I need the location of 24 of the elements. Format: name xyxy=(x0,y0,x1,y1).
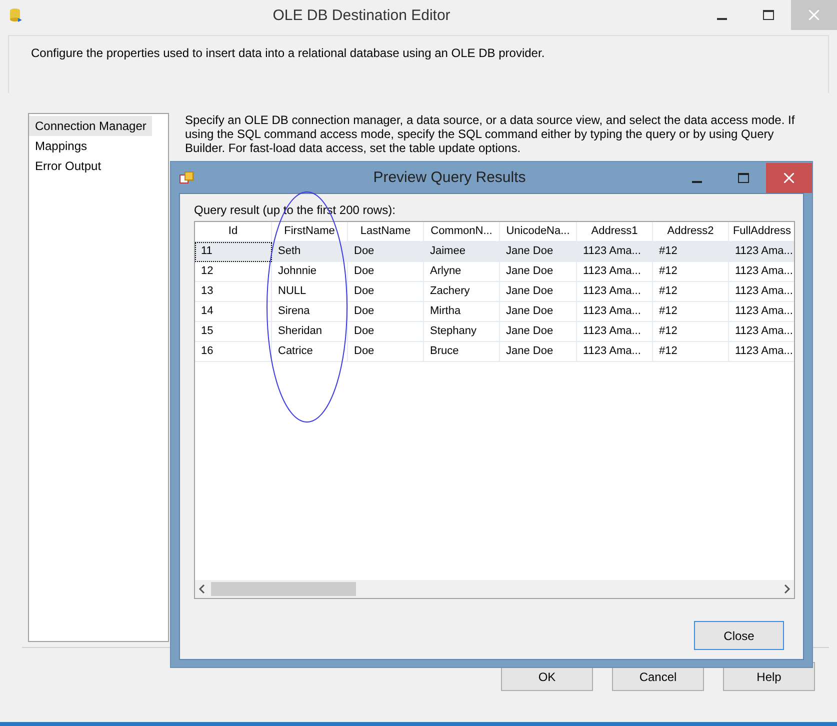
table-row[interactable]: 11 Seth Doe Jaimee Jane Doe 1123 Ama... #12 1123 Ama... xyxy=(195,242,794,262)
sidebar-item[interactable]: Connection Manager xyxy=(29,116,152,136)
close-icon xyxy=(784,172,794,182)
table-row[interactable]: 15 Sheridan Doe Stephany Jane Doe 1123 Ama... #12 1123 Ama... xyxy=(195,322,794,342)
minimize-icon xyxy=(717,18,727,20)
sidebar-item[interactable]: Error Output xyxy=(29,156,108,176)
table-row[interactable]: 14 Sirena Doe Mirtha Jane Doe 1123 Ama... #12 1123 Ama... xyxy=(195,302,794,322)
maximize-icon xyxy=(762,10,774,20)
description-text: Specify an OLE DB connection manager, a data source, or a data source view, and select the data access mode. If using the SQL command access mode, specify the SQL command either by typing the query or by using Query Builder. For fast-load data access, set the table update options. xyxy=(185,113,796,155)
dialog-title: Preview Query Results xyxy=(372,169,527,186)
sidebar-item[interactable]: Mappings xyxy=(29,136,94,156)
minimize-icon xyxy=(692,180,702,182)
header-text: Configure the properties used to insert data into a relational database using an OLE DB provider. xyxy=(31,46,545,60)
horizontal-scrollbar[interactable] xyxy=(195,580,794,598)
close-button[interactable] xyxy=(766,162,812,192)
close-dialog-button[interactable]: Close xyxy=(694,621,784,650)
maximize-icon xyxy=(738,172,748,182)
table-row[interactable]: 12 Johnnie Doe Arlyne Jane Doe 1123 Ama... #12 1123 Ama... xyxy=(195,262,794,282)
database-icon xyxy=(8,7,24,23)
close-icon xyxy=(809,10,819,20)
window-icon xyxy=(179,170,195,186)
window-title: OLE DB Destination Editor xyxy=(272,6,452,24)
table-row[interactable]: 16 Catrice Doe Bruce Jane Doe 1123 Ama... #12 1123 Ama... xyxy=(195,342,794,362)
table-row[interactable]: 13 NULL Doe Zachery Jane Doe 1123 Ama... #12 1123 Ama... xyxy=(195,282,794,302)
